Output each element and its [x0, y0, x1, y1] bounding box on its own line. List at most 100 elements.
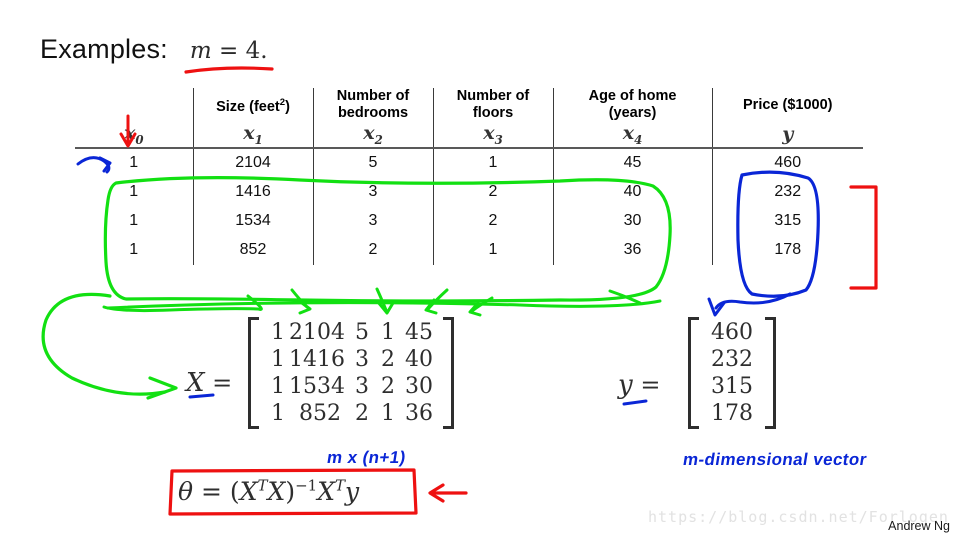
annotation-matrix-X-dimensions: m x (n+1) — [325, 448, 408, 467]
green-drop-arrow-4-head — [468, 301, 482, 317]
slide-title-row: Examples: m = 4. — [40, 34, 268, 65]
matrix-X-cell: 3 — [355, 374, 369, 399]
col-symbol-x4-sub: 4 — [634, 132, 643, 147]
matrix-X-label: X = — [186, 368, 232, 398]
slide-canvas: Examples: m = 4. Size (feet2) Number of … — [0, 0, 960, 540]
table-cell: 1 — [432, 235, 553, 265]
table-cell: 460 — [711, 147, 863, 178]
col-symbol-x4-base: x — [622, 122, 635, 144]
vector-y-lead: y = — [618, 370, 660, 400]
table-cell: 1 — [129, 154, 139, 172]
table: Size (feet2) Number of bedrooms Number o… — [75, 88, 863, 265]
normal-equation: θ = (XTX)−1XTy — [178, 477, 359, 506]
table-cell: 45 — [552, 147, 712, 178]
matrix-X: 1 2104 5 1 45 1 1416 3 2 40 1 1534 3 2 30 1 852 2 1 36 — [248, 317, 454, 433]
title-math-equals: = — [211, 38, 246, 64]
table-cell: 36 — [552, 235, 712, 265]
col-symbol-x2: x2 — [312, 122, 433, 149]
col-header-price-line1: Price ($1000) — [743, 96, 833, 113]
col-header-bedrooms-line1: Number of — [336, 88, 410, 104]
vector-y-left-bracket — [688, 317, 699, 429]
green-drop-arrow-2 — [375, 287, 388, 312]
matrix-X-cell: 2 — [381, 374, 395, 399]
table-row: 1 1534 3 2 30 315 — [75, 206, 863, 236]
matrix-X-cell: 1 — [271, 347, 285, 372]
page-title: Examples: — [40, 34, 168, 64]
table-cell: 40 — [552, 177, 712, 207]
vector-y-label: y = — [618, 370, 660, 400]
table-row: 1 1416 3 2 40 232 — [75, 177, 863, 207]
col-header-age: Age of home (years) — [552, 88, 712, 122]
col-header-size: Size (feet2) — [192, 88, 313, 122]
normal-equation-expression: θ = (XTX)−1XTy — [178, 477, 359, 506]
table-cell: 852 — [192, 235, 313, 265]
matrix-X-cell: 36 — [405, 401, 433, 426]
green-sweep-line — [102, 294, 263, 313]
col-header-x0 — [75, 88, 193, 122]
vector-y-equals: = — [632, 371, 661, 399]
author-credit: Andrew Ng — [888, 519, 950, 533]
col-symbol-x2-base: x — [363, 122, 375, 144]
normal-equation-X2: X — [267, 477, 286, 507]
normal-equation-T2: T — [335, 477, 346, 495]
matrix-X-cell: 45 — [405, 320, 433, 345]
table-cell: 5 — [312, 147, 433, 178]
table-cell: 2 — [432, 206, 553, 236]
matrix-X-cell: 1 — [271, 401, 285, 426]
col-symbol-x1: x1 — [192, 122, 313, 149]
matrix-X-symbol: X — [186, 368, 205, 398]
vector-y-symbol: y — [618, 370, 633, 400]
col-symbol-y-base: y — [782, 123, 794, 146]
vector-y-cell: 315 — [711, 374, 753, 399]
table-cell: 3 — [312, 206, 433, 236]
col-symbol-x3-base: x — [483, 122, 495, 144]
green-drop-arrow-1 — [290, 288, 309, 309]
col-header-price: Price ($1000) — [711, 88, 863, 122]
matrix-X-equals: = — [204, 369, 233, 397]
col-symbol-x3: x3 — [432, 122, 553, 149]
vector-y-cell: 232 — [711, 347, 753, 372]
matrix-X-cell: 5 — [355, 320, 369, 345]
table-cell: 3 — [312, 177, 433, 207]
green-curve-to-X — [41, 292, 167, 396]
col-header-bedrooms: Number of bedrooms — [312, 88, 433, 122]
matrix-X-cell: 30 — [405, 374, 433, 399]
matrix-X-left-bracket — [248, 317, 259, 429]
title-math-value: 4. — [245, 38, 268, 64]
matrix-X-cell: 852 — [299, 401, 341, 426]
col-header-floors: Number of floors — [432, 88, 553, 122]
normal-equation-y: y — [345, 477, 360, 507]
table-cell: 2 — [312, 235, 433, 265]
col-header-bedrooms-line2: bedrooms — [337, 105, 409, 121]
table-cell: 232 — [711, 177, 863, 207]
matrix-X-cell: 1 — [381, 320, 395, 345]
col-symbol-y: y — [711, 122, 863, 149]
col-symbol-x0-sub: 0 — [135, 132, 144, 147]
vector-y-body: 460 232 315 178 — [688, 317, 776, 429]
col-header-floors-line2: floors — [472, 105, 514, 121]
matrix-X-cell: 3 — [355, 347, 369, 372]
blue-arrow-to-y-head — [707, 297, 726, 317]
col-header-size-tail: ) — [285, 98, 290, 115]
green-drop-arrow-3 — [426, 288, 449, 311]
blue-arrow-to-y — [714, 292, 792, 310]
matrix-X-cell: 2 — [355, 401, 369, 426]
green-curve-to-X-head — [146, 376, 178, 400]
normal-equation-inverse: −1 — [295, 477, 318, 495]
col-header-floors-line1: Number of — [456, 88, 530, 104]
blue-underline-y — [622, 399, 648, 406]
col-symbol-x1-base: x — [243, 122, 255, 144]
table-body: 1 2104 5 1 45 460 1 1416 3 2 40 232 1 1534 3 2 30 315 1 852… — [75, 147, 863, 265]
matrix-X-cell: 1 — [271, 374, 285, 399]
col-symbol-x3-sub: 3 — [494, 132, 503, 147]
normal-equation-open-paren: ( — [229, 477, 240, 507]
table-cell: 1 — [129, 241, 139, 259]
table-cell: 315 — [711, 206, 863, 236]
normal-equation-T1: T — [257, 477, 268, 495]
green-drop-arrow-2-head — [376, 300, 395, 315]
col-header-size-text: Size (feet — [216, 98, 280, 115]
matrix-X-cell: 2104 — [289, 320, 345, 345]
table-row: 1 2104 5 1 45 460 — [75, 147, 863, 178]
table-header-symbols: x0 x1 x2 x3 x4 y — [75, 122, 863, 149]
vector-y-cell: 178 — [711, 401, 753, 426]
